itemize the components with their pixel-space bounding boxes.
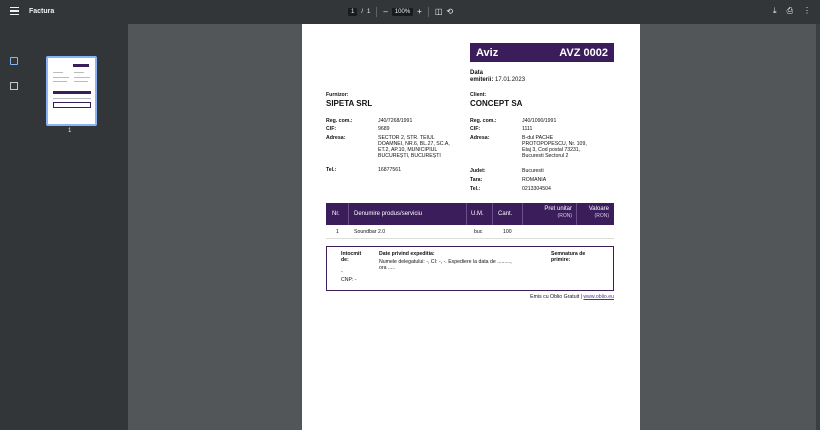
made-by-value: -	[341, 269, 343, 275]
page-separator: /	[361, 9, 364, 15]
client-address-label: Adresa:	[470, 135, 490, 141]
zoom-input[interactable]: 100%	[391, 8, 414, 16]
menu-icon[interactable]	[10, 7, 19, 17]
client-county-label: Judet:	[470, 168, 486, 174]
row-name: Soundbar 2.0	[354, 229, 386, 235]
page-thumbnail[interactable]	[46, 56, 97, 126]
col-nr: Nr.	[332, 211, 340, 217]
supplier-reg: J40/7268/1991	[378, 118, 413, 124]
thumbnail-page-number: 1	[68, 128, 72, 134]
rotate-icon[interactable]: ⟲	[446, 7, 453, 17]
col-price: Pret unitar (RON)	[544, 206, 572, 219]
pdf-toolbar: Factura 1 / 1 – 100% + ◫ ⟲ ⤓ ⎙ ⋮	[0, 0, 820, 24]
supplier-address: SECTOR 2, STR. TEIUL DOAMNEI, NR.6, BL.2…	[378, 135, 450, 159]
document-title: Factura	[29, 8, 55, 15]
row-nr: 1	[336, 229, 339, 235]
client-address: B-dul PACHE PROTOPOPESCU, Nr. 109, Etaj …	[522, 135, 587, 159]
pdf-page: Aviz AVZ 0002 Data emiterii: 17.01.2023 …	[302, 24, 640, 430]
document-header-bar: Aviz AVZ 0002	[470, 43, 614, 62]
supplier-tel-label: Tel.:	[326, 167, 337, 173]
footer: Emis cu Oblio Gratuit | www.oblio.eu	[530, 294, 614, 300]
zoom-out-button[interactable]: –	[383, 7, 387, 17]
client-cif: 1111	[522, 126, 533, 132]
supplier-cif-label: CIF:	[326, 126, 337, 132]
page-number-input[interactable]: 1	[348, 8, 358, 16]
col-qty: Cant.	[498, 211, 513, 217]
print-icon[interactable]: ⎙	[787, 6, 793, 16]
supplier-name: SIPETA SRL	[326, 99, 373, 108]
client-reg: J40/1090/1991	[522, 118, 557, 124]
zoom-in-button[interactable]: +	[417, 7, 422, 17]
client-cif-label: CIF:	[470, 126, 481, 132]
scrollbar[interactable]	[816, 24, 820, 430]
row-um: buc	[474, 229, 483, 235]
fit-page-icon[interactable]: ◫	[435, 7, 443, 17]
date-label: Data	[470, 70, 484, 76]
document-number: AVZ 0002	[559, 46, 608, 59]
download-icon[interactable]: ⤓	[773, 6, 777, 16]
client-reg-label: Reg. com.:	[470, 118, 497, 124]
thumbnail-sidebar: 1	[0, 24, 128, 430]
client-tel-label: Tel.:	[470, 186, 481, 192]
expedition-details: Numele delegatului: -, CI: -, -. Expedie…	[379, 259, 512, 271]
col-value: Valoare (RON)	[588, 206, 609, 219]
made-by-label: Intocmit de:	[341, 251, 362, 263]
client-label: Client:	[470, 92, 487, 98]
issue-date: 17.01.2023	[495, 77, 526, 83]
expedition-label: Date privind expeditia:	[379, 251, 435, 257]
supplier-cif: 9689	[378, 126, 390, 132]
supplier-reg-label: Reg. com.:	[326, 118, 353, 124]
page-controls: 1 / 1 – 100% + ◫ ⟲	[348, 6, 453, 18]
row-qty: 100	[503, 229, 512, 235]
supplier-tel: 16877561	[378, 167, 402, 173]
cnp: CNP: -	[341, 277, 357, 283]
thumbnails-icon[interactable]	[10, 57, 18, 65]
divider	[376, 7, 378, 17]
expedition-box: Intocmit de: - CNP: - Date privind exped…	[326, 246, 614, 291]
date-row: emiterii: 17.01.2023	[470, 77, 526, 83]
row-divider	[326, 238, 614, 239]
signature-label: Semnatura de primire:	[551, 251, 586, 263]
supplier-address-label: Adresa:	[326, 135, 346, 141]
document-type: Aviz	[476, 46, 499, 59]
oblio-link[interactable]: www.oblio.eu	[583, 294, 614, 300]
document-outline-icon[interactable]	[10, 82, 18, 90]
more-options-icon[interactable]: ⋮	[803, 6, 811, 16]
client-tel: 0213304504	[522, 186, 551, 192]
products-table-header: Nr. Denumire produs/serviciu U.M. Cant. …	[326, 203, 614, 225]
client-country-label: Tara:	[470, 177, 483, 183]
client-country: ROMANIA	[522, 177, 547, 183]
divider	[427, 7, 429, 17]
footer-text: Emis cu Oblio Gratuit |	[530, 294, 582, 300]
supplier-label: Furnizor:	[326, 92, 349, 98]
col-name: Denumire produs/serviciu	[354, 211, 423, 217]
client-name: CONCEPT SA	[470, 99, 523, 108]
page-total: 1	[367, 9, 371, 15]
client-county: Bucuresti	[522, 168, 544, 174]
col-um: U.M.	[471, 211, 484, 217]
